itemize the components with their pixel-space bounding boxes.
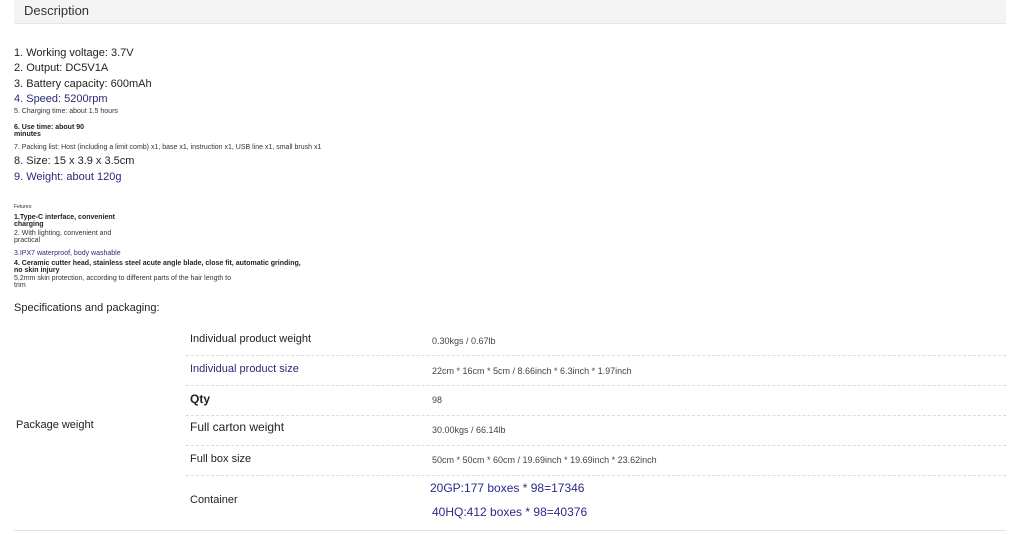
spec-use-time: 6. Use time: about 90 minutes [14,124,85,138]
container-20gp: 20GP:177 boxes * 98=17346 [430,481,585,495]
row-label: Qty [190,392,211,406]
row-label: Full carton weight [190,420,285,434]
table-bottom-border [14,530,1006,531]
features-title: Fetures: [14,204,33,210]
feature-skin-protection: 5.2mm skin protection, according to diff… [14,275,231,289]
tab-description[interactable]: Description [24,3,89,18]
row-label: Container [190,494,238,506]
spec-voltage: 1. Working voltage: 3.7V [14,47,134,59]
row-label: Individual product size [190,363,299,375]
table-row: Full box size 50cm * 50cm * 60cm / 19.69… [186,445,1006,476]
row-value: 50cm * 50cm * 60cm / 19.69inch * 19.69in… [432,455,657,465]
spec-battery: 3. Battery capacity: 600mAh [14,78,152,90]
package-weight-header: Package weight [16,419,94,431]
row-value: 98 [432,395,443,405]
description-tab-bar: Description [14,0,1006,24]
spec-speed: 4. Speed: 5200rpm [14,93,108,105]
spec-charging-time: 5. Charging time: about 1.5 hours [14,108,118,115]
packaging-title: Specifications and packaging: [14,302,160,314]
feature-ceramic-cutter: 4. Ceramic cutter head, stainless steel … [14,260,301,274]
spec-output: 2. Output: DC5V1A [14,62,109,74]
table-row: Container 20GP:177 boxes * 98=17346 40HQ… [186,475,1006,530]
table-row: Individual product weight 0.30kgs / 0.67… [186,322,1006,356]
row-label: Full box size [190,453,252,465]
feature-lighting: 2. With lighting, convenient and practic… [14,230,112,244]
row-label: Individual product weight [190,333,312,345]
packaging-table: Package weight Individual product weight… [14,322,1006,532]
feature-type-c: 1.Type-C interface, convenient charging [14,214,116,228]
spec-packing-list: 7. Packing list: Host (including a limit… [14,144,322,151]
spec-weight: 9. Weight: about 120g [14,171,122,183]
table-row: Individual product size 22cm * 16cm * 5c… [186,355,1006,386]
table-row: Full carton weight 30.00kgs / 66.14lb [186,415,1006,446]
table-row: Qty 98 [186,385,1006,416]
feature-waterproof: 3.IPX7 waterproof, body washable [14,250,121,257]
row-value: 30.00kgs / 66.14lb [432,425,506,435]
row-value: 0.30kgs / 0.67lb [432,336,496,346]
row-value: 22cm * 16cm * 5cm / 8.66inch * 6.3inch *… [432,366,632,376]
container-40hq: 40HQ:412 boxes * 98=40376 [432,505,588,519]
spec-size: 8. Size: 15 x 3.9 x 3.5cm [14,155,135,167]
